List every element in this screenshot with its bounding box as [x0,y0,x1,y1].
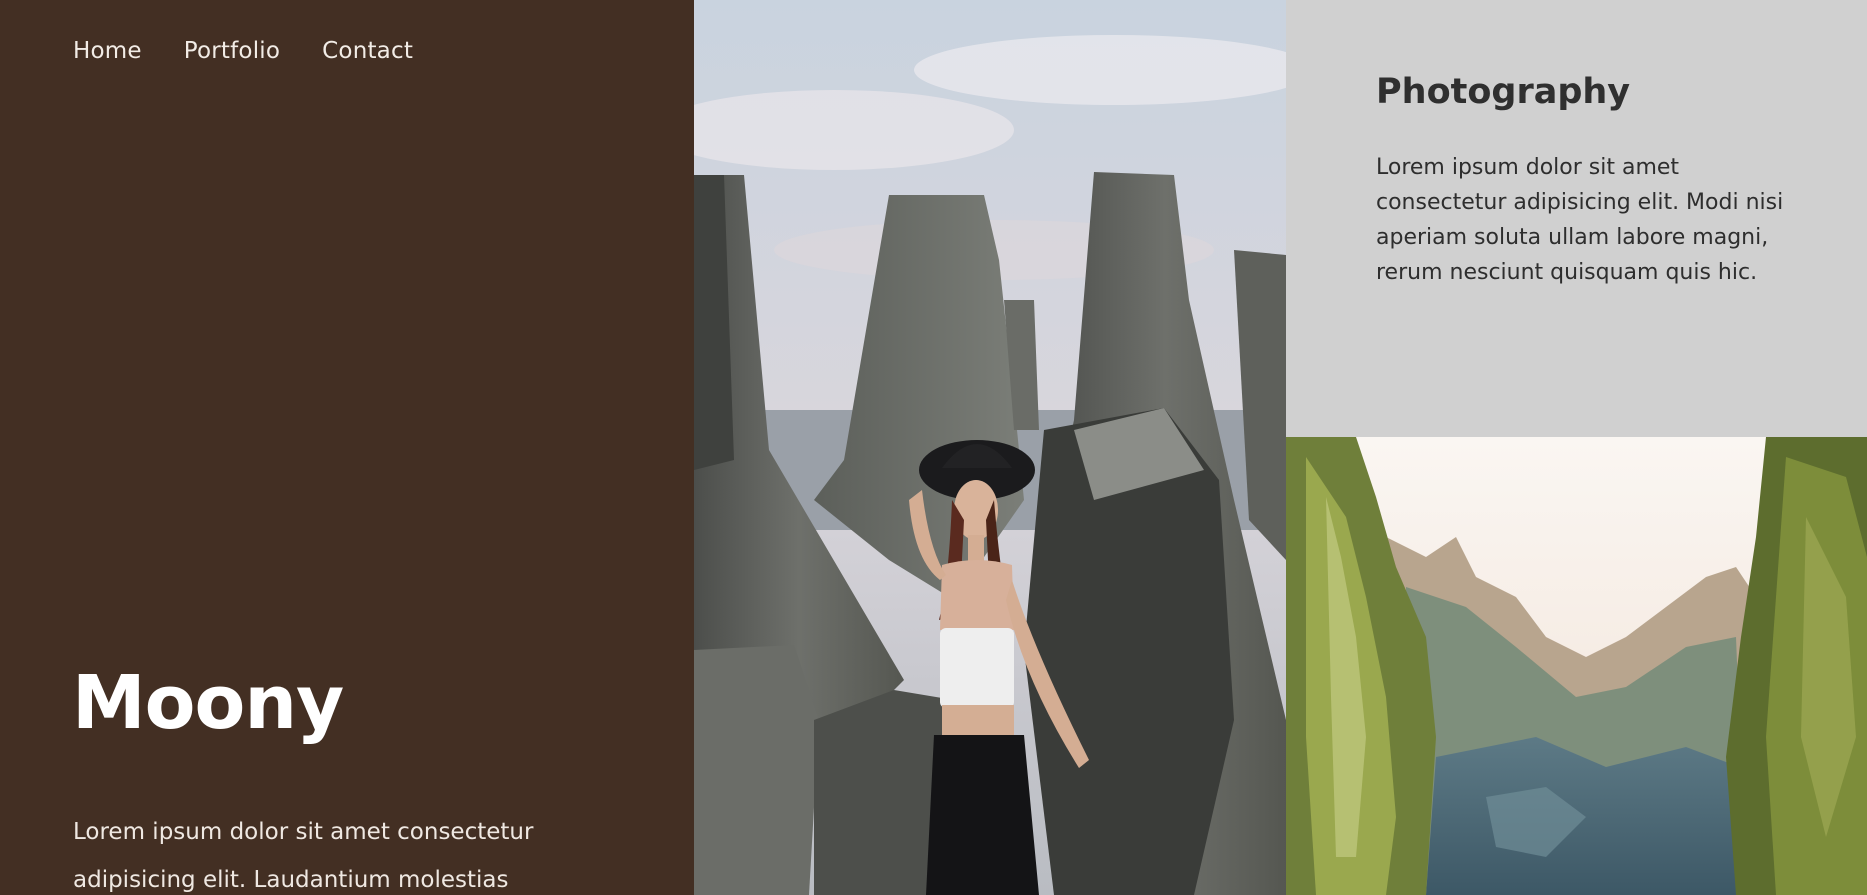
nav-link-home[interactable]: Home [73,38,142,64]
nav-link-portfolio[interactable]: Portfolio [184,38,280,64]
hero-description: Lorem ipsum dolor sit amet consectetur a… [73,819,534,893]
nav-link-contact[interactable]: Contact [322,38,413,64]
portrait-photo [694,0,1286,895]
hero-title: Moony [72,660,344,746]
forest-photo [1286,437,1867,895]
photography-card: Photography Lorem ipsum dolor sit amet c… [1286,0,1867,437]
card-description: Lorem ipsum dolor sit amet consectetur a… [1376,155,1784,285]
card-title: Photography [1376,72,1631,112]
main-nav: Home Portfolio Contact [73,38,413,64]
hero-panel: Home Portfolio Contact Moony Lorem ipsum… [0,0,694,895]
portrait-photo-illustration [694,0,1286,895]
forest-photo-illustration [1286,437,1867,895]
